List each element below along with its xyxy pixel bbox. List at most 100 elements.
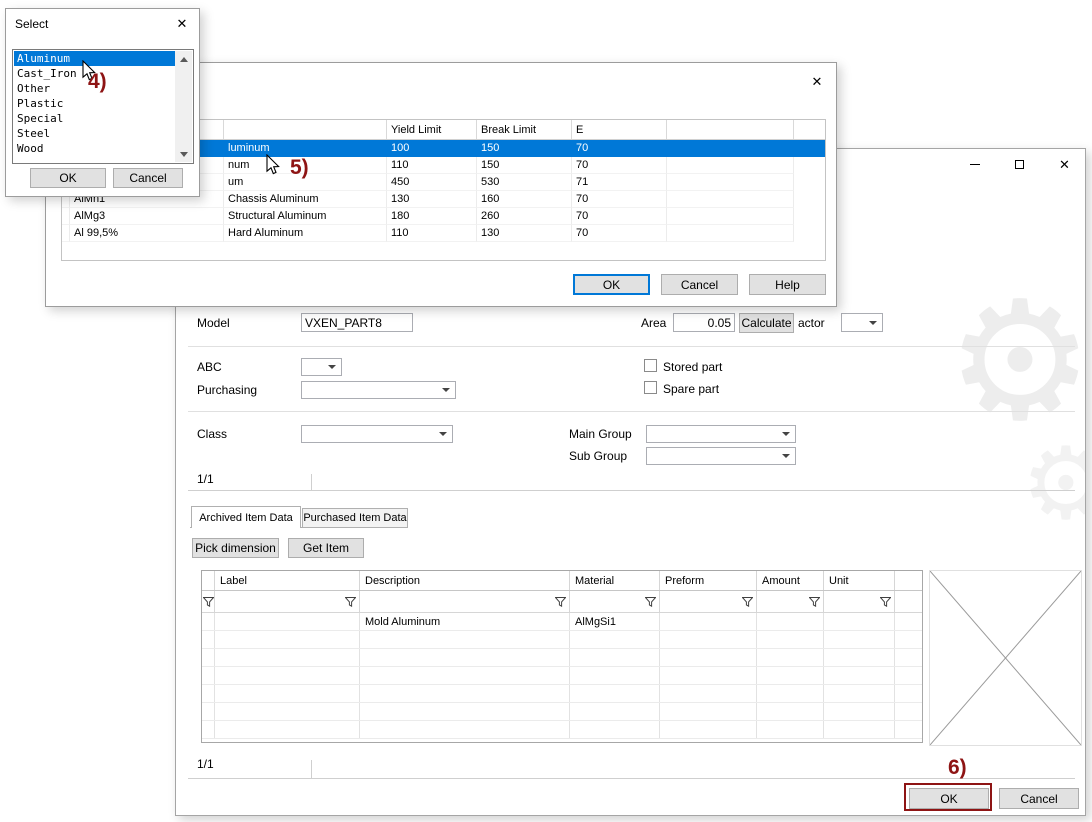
- cell-description: Hard Aluminum: [224, 225, 387, 242]
- close-icon: ✕: [812, 74, 823, 90]
- cell-description: [360, 703, 570, 720]
- cell-description: [360, 631, 570, 648]
- filter-cell-preform[interactable]: [660, 591, 757, 612]
- close-button[interactable]: ✕: [167, 12, 197, 36]
- abc-dropdown[interactable]: [301, 358, 342, 376]
- grid-corner-cell: [202, 571, 215, 590]
- list-item[interactable]: Wood: [14, 141, 175, 156]
- cell-e: 70: [572, 157, 667, 174]
- pick-dimension-button[interactable]: Pick dimension: [192, 538, 279, 558]
- filter-cell-amount[interactable]: [757, 591, 824, 612]
- spare-part-checkbox[interactable]: [644, 381, 657, 394]
- record-divider: [311, 760, 312, 778]
- minimize-button[interactable]: [952, 150, 997, 179]
- filter-cell-label[interactable]: [215, 591, 360, 612]
- filter-cell[interactable]: [202, 591, 215, 612]
- help-button[interactable]: Help: [749, 274, 826, 295]
- separator: [188, 778, 1075, 779]
- column-header-unit[interactable]: Unit: [824, 571, 895, 590]
- column-header-preform[interactable]: Preform: [660, 571, 757, 590]
- grid-empty-row[interactable]: [202, 667, 922, 685]
- cell-yield: 110: [387, 157, 477, 174]
- cell-yield: 180: [387, 208, 477, 225]
- column-header-break[interactable]: Break Limit: [477, 120, 572, 139]
- cell-rowhdr: [62, 225, 70, 242]
- column-header-e[interactable]: E: [572, 120, 667, 139]
- cancel-button[interactable]: Cancel: [661, 274, 738, 295]
- scroll-down-button[interactable]: [175, 146, 192, 162]
- cell-break: 130: [477, 225, 572, 242]
- sub-group-label: Sub Group: [569, 449, 627, 463]
- cell-unit: [824, 649, 895, 666]
- cell-preform: [660, 703, 757, 720]
- filter-cell-material[interactable]: [570, 591, 660, 612]
- listbox-scrollbar[interactable]: [175, 51, 192, 162]
- cell-extra: [667, 174, 794, 191]
- stored-part-checkbox[interactable]: [644, 359, 657, 372]
- area-input[interactable]: [673, 313, 735, 332]
- tab-purchased-item-data[interactable]: Purchased Item Data: [302, 508, 408, 527]
- get-item-button[interactable]: Get Item: [288, 538, 364, 558]
- cell-label: [215, 613, 360, 630]
- cell-name: Al 99,5%: [70, 225, 224, 242]
- diagonal-cross-icon: [930, 571, 1081, 745]
- grid-empty-row[interactable]: [202, 721, 922, 739]
- row-header-cell: [202, 703, 215, 720]
- grid-empty-row[interactable]: [202, 631, 922, 649]
- grid-empty-row[interactable]: [202, 703, 922, 721]
- scroll-up-button[interactable]: [175, 51, 192, 67]
- grid-empty-row[interactable]: [202, 685, 922, 703]
- grid-spill-cell: [895, 571, 922, 590]
- close-button[interactable]: ✕: [803, 69, 831, 95]
- cell-material: [570, 667, 660, 684]
- column-header-label[interactable]: Label: [215, 571, 360, 590]
- cell-material: [570, 649, 660, 666]
- list-item[interactable]: Special: [14, 111, 175, 126]
- column-header-description[interactable]: [224, 120, 387, 139]
- model-label: Model: [197, 316, 230, 330]
- cell-name: AlMg3: [70, 208, 224, 225]
- material-row[interactable]: Al 99,5%Hard Aluminum11013070: [62, 225, 825, 242]
- cell-unit: [824, 631, 895, 648]
- cancel-button[interactable]: Cancel: [113, 168, 183, 188]
- tab-archived-item-data[interactable]: Archived Item Data: [191, 506, 301, 528]
- cell-description: luminum: [224, 140, 387, 157]
- filter-funnel-icon: [555, 597, 566, 607]
- ok-button[interactable]: OK: [30, 168, 106, 188]
- filter-cell-description[interactable]: [360, 591, 570, 612]
- grid-filter-row: [202, 591, 922, 613]
- cell-amount: [757, 721, 824, 738]
- cell-description: [360, 721, 570, 738]
- filter-funnel-icon: [345, 597, 356, 607]
- column-header-description[interactable]: Description: [360, 571, 570, 590]
- filter-funnel-icon: [203, 597, 214, 607]
- purchasing-dropdown[interactable]: [301, 381, 456, 399]
- sub-group-dropdown[interactable]: [646, 447, 796, 465]
- main-group-dropdown[interactable]: [646, 425, 796, 443]
- material-row[interactable]: AlMg3Structural Aluminum18026070: [62, 208, 825, 225]
- cell-material: [570, 685, 660, 702]
- model-input[interactable]: [301, 313, 413, 332]
- cell-unit: [824, 721, 895, 738]
- close-button[interactable]: ✕: [1042, 150, 1086, 179]
- class-dropdown[interactable]: [301, 425, 453, 443]
- cell-material: [570, 721, 660, 738]
- stored-part-label: Stored part: [663, 360, 722, 374]
- record-divider: [311, 474, 312, 490]
- ok-button[interactable]: OK: [573, 274, 650, 295]
- maximize-button[interactable]: [997, 150, 1042, 179]
- cancel-button[interactable]: Cancel: [999, 788, 1079, 809]
- calculate-button[interactable]: Calculate: [739, 313, 794, 333]
- list-item[interactable]: Plastic: [14, 96, 175, 111]
- grid-data-row[interactable]: Mold AluminumAlMgSi1: [202, 613, 922, 631]
- filter-funnel-icon: [645, 597, 656, 607]
- column-header-material[interactable]: Material: [570, 571, 660, 590]
- grid-empty-row[interactable]: [202, 649, 922, 667]
- material-listbox[interactable]: AluminumCast_IronOtherPlasticSpecialStee…: [12, 49, 194, 164]
- factor-dropdown[interactable]: [841, 313, 883, 332]
- column-header-yield[interactable]: Yield Limit: [387, 120, 477, 139]
- list-item[interactable]: Steel: [14, 126, 175, 141]
- column-header-amount[interactable]: Amount: [757, 571, 824, 590]
- item-grid-table[interactable]: LabelDescriptionMaterialPreformAmountUni…: [201, 570, 923, 743]
- filter-cell-unit[interactable]: [824, 591, 895, 612]
